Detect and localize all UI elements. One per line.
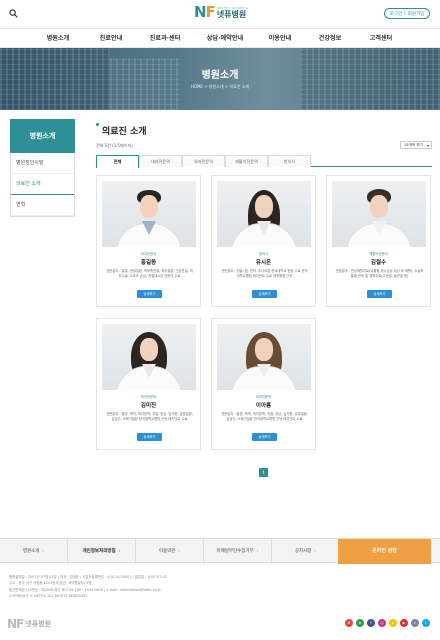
blog-icon[interactable]: B: [345, 619, 353, 627]
nav-item-guide[interactable]: 이용안내: [269, 29, 292, 49]
auth-links: 로그인 | 회원가입: [384, 8, 430, 19]
page-title: 의료진 소개: [96, 123, 147, 137]
online-consult-button[interactable]: 온라인 상담: [338, 539, 431, 564]
search-icon[interactable]: [9, 9, 18, 18]
footer-link-terms[interactable]: 이용약관: [136, 539, 204, 564]
hero-banner: 병원소개 HOME > 병원소개 > 의료진 소개: [0, 48, 440, 110]
doctor-department: 외과전문의: [140, 395, 157, 399]
tab-surgery[interactable]: 외과전문의: [182, 155, 225, 167]
footer-logo: NF 넷퓨병원: [7, 617, 51, 631]
twitter-icon[interactable]: t: [422, 619, 430, 627]
doctor-department: 한의사: [258, 252, 269, 256]
footer-link-email-policy[interactable]: 이메일무단수집거부: [204, 539, 272, 564]
join-link[interactable]: 회원가입: [408, 11, 425, 17]
nav-item-care[interactable]: 진료안내: [100, 29, 123, 49]
nav-item-about[interactable]: 병원소개: [47, 29, 70, 49]
department-tabs: 전체 내과전문의 외과전문의 재활의전문의 한의사: [96, 155, 432, 168]
doctor-photo: [217, 181, 311, 247]
footer-logo-mark: NF: [7, 617, 24, 631]
doctor-name: 김미진: [140, 403, 157, 409]
detail-button[interactable]: 상세보기: [252, 290, 277, 298]
breadcrumb: HOME > 병원소개 > 의료진 소개: [190, 84, 250, 89]
site-logo[interactable]: NF NETHYU HOSPITAL 넷퓨병원: [194, 5, 249, 20]
detail-button[interactable]: 상세보기: [252, 433, 277, 441]
logo-mark: NF: [194, 3, 216, 21]
facebook-icon[interactable]: f: [367, 619, 375, 627]
detail-button[interactable]: 상세보기: [137, 433, 162, 441]
doctor-description: 전문분야 : 만성재활치료(뇌졸중,척수손상,외상 후 재활), 수술후 통증 …: [335, 269, 424, 278]
doctor-card: 외과전문의 홍길동 전문분야 : 골절, 관절질환, 족부족관절, 척추질환, …: [96, 175, 201, 307]
sidebar: 병원소개 병원장인사말 의료진 소개 연혁: [10, 119, 75, 217]
login-link[interactable]: 로그인: [390, 11, 402, 17]
nav-item-support[interactable]: 고객센터: [370, 29, 393, 49]
footer-link-about[interactable]: 병원소개: [0, 539, 68, 564]
doctor-name: 김철수: [370, 260, 387, 266]
youtube-icon[interactable]: ▶: [400, 619, 408, 627]
doctor-card: 재활의전문의 김철수 전문분야 : 만성재활치료(뇌졸중,척수손상,외상 후 재…: [326, 175, 431, 307]
doctor-card: 외과전문의 김미진 전문분야 : 탈장, 복막, 하지정맥, 치질, 담낭, 담…: [96, 318, 201, 450]
tab-rehab[interactable]: 재활의전문의: [225, 155, 268, 167]
sidebar-item-history[interactable]: 연혁: [11, 195, 74, 216]
instagram-icon[interactable]: ◎: [378, 619, 386, 627]
band-icon[interactable]: b: [356, 619, 364, 627]
footer-link-notice[interactable]: 공지사항: [272, 539, 340, 564]
pagination-current-page[interactable]: 1: [259, 468, 268, 477]
sidebar-title: 병원소개: [10, 119, 75, 153]
sort-select[interactable]: 15개씩 보기: [400, 141, 432, 149]
doctor-name: 이아름: [255, 403, 272, 409]
site-header: NF NETHYU HOSPITAL 넷퓨병원 로그인 | 회원가입: [0, 0, 440, 28]
footer-nav: 병원소개 개인정보처리방침 이용약관 이메일무단수집거부 공지사항 온라인 상담: [0, 538, 440, 564]
doctor-description: 전문분야 : 침술, 뜸, 한약, 추나요법 한국대학교 한방 수료 한국대학교…: [221, 269, 308, 278]
sidebar-item-greeting[interactable]: 병원장인사말: [11, 153, 74, 174]
sidebar-item-doctors[interactable]: 의료진 소개: [11, 174, 74, 195]
doctor-description: 전문분야 : 탈장, 복막, 하지정맥, 치질, 담낭, 담석증, 유방질환, …: [106, 412, 193, 421]
footer-copyright: COPYRIGHT © NETFU. ALL RIGHTS RESERVED.: [9, 593, 88, 598]
hero-title: 병원소개: [201, 70, 239, 81]
doctor-card: 외과전문의 이아름 전문분야 : 탈장, 복막, 하지정맥, 치질, 담낭, 담…: [211, 318, 316, 450]
doctor-department: 외과전문의: [255, 395, 272, 399]
detail-button[interactable]: 상세보기: [367, 290, 392, 298]
nav-item-reservation[interactable]: 상담·예약안내: [207, 29, 244, 49]
doctor-name: 유시온: [255, 260, 272, 266]
doctor-description: 전문분야 : 골절, 관절질환, 족부족관절, 척추질환, 인공관절, 척추수술…: [106, 269, 193, 278]
talk-icon[interactable]: t: [411, 619, 419, 627]
logo-name: 넷퓨병원: [216, 10, 247, 19]
footer-link-privacy[interactable]: 개인정보처리방침: [68, 539, 136, 564]
doctor-photo: [102, 324, 196, 390]
detail-button[interactable]: 상세보기: [137, 290, 162, 298]
doctor-photo: [217, 324, 311, 390]
doctor-photo: [332, 181, 426, 247]
nav-item-health[interactable]: 건강정보: [319, 29, 342, 49]
doctor-photo: [102, 181, 196, 247]
tab-all[interactable]: 전체: [96, 155, 139, 168]
total-count: 전체 5건 (1/1페이지): [96, 143, 133, 148]
tab-internal[interactable]: 내과전문의: [139, 155, 182, 167]
footer-info: 병원설립일 : 2007년 07월 02일 | 대표 : 김대표 | 사업자등록…: [9, 574, 309, 599]
tab-oriental[interactable]: 한의사: [268, 155, 311, 167]
kakao-icon[interactable]: k: [389, 619, 397, 627]
footer-logo-text: 넷퓨병원: [25, 620, 52, 628]
doctor-department: 외과전문의: [140, 252, 157, 256]
doctor-card: 한의사 유시온 전문분야 : 침술, 뜸, 한약, 추나요법 한국대학교 한방 …: [211, 175, 316, 307]
nav-item-departments[interactable]: 진료과·센터: [150, 29, 181, 49]
doctor-name: 홍길동: [140, 260, 157, 266]
doctor-description: 전문분야 : 탈장, 복막, 하지정맥, 치질, 담낭, 담석증, 유방질환, …: [221, 412, 308, 421]
social-links: Bb f ◎ k ▶ t t: [342, 619, 430, 627]
main-nav: 병원소개 진료안내 진료과·센터 상담·예약안내 이용안내 건강정보 고객센터: [0, 28, 440, 48]
doctor-department: 재활의전문의: [369, 252, 388, 256]
